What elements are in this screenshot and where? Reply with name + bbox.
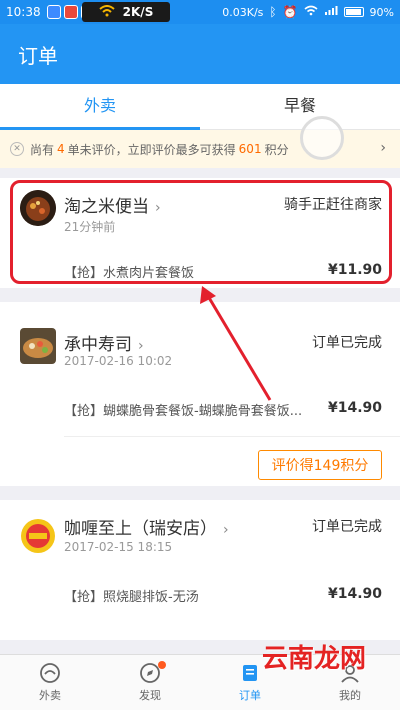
nav-discover[interactable]: 发现: [100, 655, 200, 710]
nav-label: 发现: [139, 689, 161, 702]
nav-label: 订单: [239, 689, 261, 702]
takeout-icon: [39, 662, 61, 684]
nav-label: 我的: [339, 689, 361, 702]
order-icon: [239, 662, 261, 684]
annotation-arrow: [200, 286, 272, 401]
notification-dot: [158, 661, 166, 669]
nav-label: 外卖: [39, 689, 61, 702]
watermark-text: 云南龙网: [262, 644, 367, 674]
nav-takeout[interactable]: 外卖: [0, 655, 100, 710]
